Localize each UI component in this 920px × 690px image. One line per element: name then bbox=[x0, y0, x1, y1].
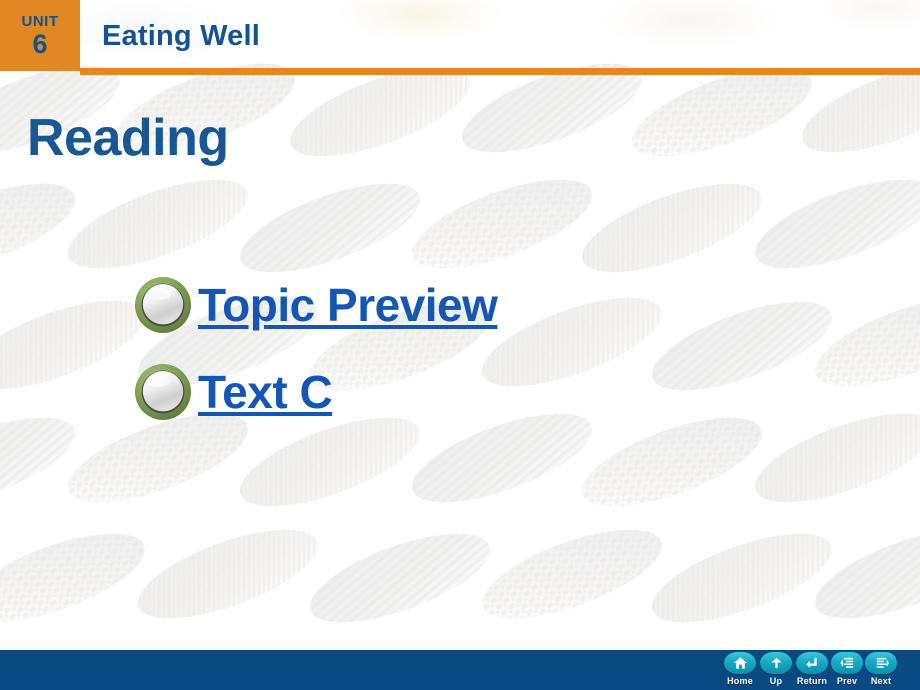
unit-badge-label: UNIT bbox=[21, 12, 59, 30]
nav-button-home[interactable]: Home bbox=[722, 652, 758, 687]
green-ring-circle-bullet-icon bbox=[135, 364, 191, 420]
nav-label-next: Next bbox=[870, 676, 892, 686]
link-item-text-c[interactable]: Text C bbox=[132, 361, 497, 423]
nav-button-prev[interactable]: Prev bbox=[830, 652, 864, 687]
unit-badge: UNIT 6 bbox=[0, 0, 80, 71]
nav-label-up: Up bbox=[769, 676, 783, 686]
return-arrow-icon bbox=[805, 657, 817, 669]
link-label[interactable]: Text C bbox=[198, 368, 333, 417]
header-divider-rule bbox=[80, 68, 920, 75]
arrow-up-icon bbox=[770, 657, 782, 669]
nav-cap-up[interactable] bbox=[760, 652, 792, 674]
nav-button-return[interactable]: Return bbox=[794, 652, 830, 687]
slide-header: UNIT 6 Eating Well bbox=[0, 0, 920, 76]
link-item-topic-preview[interactable]: Topic Preview bbox=[132, 274, 498, 336]
section-link-list: Topic Preview Text C bbox=[132, 274, 498, 448]
home-icon bbox=[733, 657, 747, 669]
nav-label-return: Return bbox=[796, 676, 828, 686]
nav-cap-next[interactable] bbox=[865, 652, 897, 674]
nav-cap-home[interactable] bbox=[724, 652, 756, 674]
nav-cap-prev[interactable] bbox=[831, 652, 863, 674]
unit-badge-number: 6 bbox=[32, 28, 48, 59]
link-label[interactable]: Topic Preview bbox=[198, 281, 498, 330]
slide-footer: Home Up Return Prev Next bbox=[0, 650, 920, 690]
green-ring-circle-bullet-icon bbox=[135, 277, 191, 333]
nav-cap-return[interactable] bbox=[796, 652, 828, 674]
slide-canvas: UNIT 6 Eating Well Reading Topic Preview… bbox=[0, 0, 920, 690]
nav-button-next[interactable]: Next bbox=[864, 652, 898, 687]
nav-label-prev: Prev bbox=[836, 676, 858, 686]
unit-title: Eating Well bbox=[102, 20, 260, 52]
next-slide-icon bbox=[876, 657, 889, 668]
page-title: Reading bbox=[27, 109, 229, 167]
nav-button-up[interactable]: Up bbox=[758, 652, 794, 687]
nav-label-home: Home bbox=[727, 676, 753, 686]
navigation-button-group: Home Up Return Prev Next bbox=[722, 652, 898, 687]
nav-prev-next-pair: Prev Next bbox=[830, 652, 898, 687]
previous-slide-icon bbox=[839, 657, 853, 668]
